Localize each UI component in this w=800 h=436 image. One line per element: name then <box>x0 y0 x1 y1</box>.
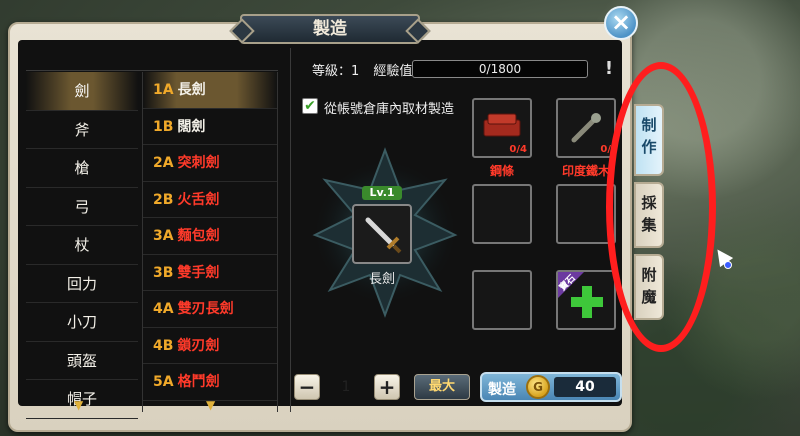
craft-cost: 40 <box>554 377 616 397</box>
category-item[interactable]: 弓 <box>26 188 138 226</box>
craft-label: 製造 <box>488 382 516 398</box>
item-row[interactable]: 1A 長劍 <box>143 72 277 109</box>
item-row[interactable]: 4A 雙刃長劍 <box>143 291 277 328</box>
result-item-slot[interactable] <box>352 204 412 264</box>
item-name: 長劍 <box>177 82 206 98</box>
category-item[interactable]: 回力 <box>26 265 138 303</box>
item-name: 雙手劍 <box>177 264 220 281</box>
item-code: 1B <box>153 118 174 135</box>
item-name: 雙刃長劍 <box>177 301 234 317</box>
item-row[interactable]: 2A 突刺劍 <box>143 145 277 182</box>
item-row[interactable]: 4B 鎖刃劍 <box>143 328 277 364</box>
item-scroll-down-icon[interactable]: ▼ <box>206 398 215 412</box>
category-scroll-down-icon[interactable]: ▼ <box>74 398 83 412</box>
item-code: 5A <box>153 374 174 390</box>
material-slot[interactable]: 0/ <box>556 98 616 158</box>
item-name: 火舌劍 <box>177 191 220 208</box>
highlight-ring <box>606 62 716 352</box>
quantity-value: 1 <box>341 379 351 395</box>
material-name: 鋼條 <box>489 164 514 178</box>
item-name: 格鬥劍 <box>177 374 220 390</box>
close-button[interactable]: × <box>604 6 638 40</box>
use-account-storage-checkbox[interactable]: ✔ <box>302 98 318 114</box>
material-count: 0/4 <box>509 144 527 155</box>
category-item[interactable]: 斧 <box>26 111 138 149</box>
level-label: 等級：1 <box>312 64 360 79</box>
item-row[interactable]: 3B 雙手劍 <box>143 255 277 291</box>
result-item-name: 長劍 <box>368 272 395 287</box>
item-code: 3B <box>153 264 174 281</box>
item-name: 鎖刃劍 <box>177 337 220 354</box>
item-name: 突刺劍 <box>177 155 220 171</box>
category-item[interactable]: 杖 <box>26 226 138 265</box>
info-icon[interactable]: ! <box>598 58 620 80</box>
category-item[interactable]: 頭盔 <box>26 342 138 380</box>
category-item[interactable]: 槍 <box>26 149 138 188</box>
gold-coin-icon: G <box>526 375 550 399</box>
increase-quantity-button[interactable]: + <box>374 374 400 400</box>
item-code: 2B <box>153 191 174 208</box>
item-code: 2A <box>153 155 174 171</box>
item-row[interactable]: 1B 闊劍 <box>143 109 277 145</box>
close-icon: × <box>610 8 632 36</box>
cursor-dot-icon <box>724 261 732 269</box>
max-quantity-button[interactable]: 最大 <box>414 374 470 400</box>
category-item[interactable]: 劍 <box>26 72 138 111</box>
item-name: 闊劍 <box>177 118 206 135</box>
item-level-badge: Lv.1 <box>362 186 402 200</box>
item-row[interactable]: 3A 麵包劍 <box>143 218 277 255</box>
material-slot-empty[interactable] <box>472 270 532 330</box>
list-header-line <box>26 70 278 71</box>
panel-divider <box>290 48 291 412</box>
decrease-quantity-button[interactable]: − <box>294 374 320 400</box>
item-code: 1A <box>153 82 174 98</box>
category-item[interactable]: 小刀 <box>26 303 138 342</box>
material-slot[interactable]: 0/4 <box>472 98 532 158</box>
exp-label: 經驗值 <box>373 64 413 79</box>
item-row[interactable]: 5A 格鬥劍 <box>143 364 277 401</box>
material-slot-empty[interactable] <box>472 184 532 244</box>
craft-button[interactable]: 製造 G 40 <box>480 372 622 402</box>
item-list: 1A 長劍 1B 闊劍 2A 突刺劍 2B 火舌劍 3A 麵包劍 3B 雙手劍 4A 雙刃長劍… <box>142 72 278 412</box>
level-and-exp-label: 等級：1 經驗值 <box>312 60 412 79</box>
exp-bar: 0/1800 <box>412 60 588 78</box>
use-account-storage-label: 從帳號倉庫內取材製造 <box>324 102 455 117</box>
item-code: 4A <box>153 301 174 317</box>
item-row[interactable]: 2B 火舌劍 <box>143 182 277 218</box>
gem-slot[interactable]: 寶石 <box>556 270 616 330</box>
item-name: 麵包劍 <box>177 228 220 244</box>
item-code: 3A <box>153 228 174 244</box>
item-code: 4B <box>153 337 174 354</box>
category-list: 劍 斧 槍 弓 杖 回力 小刀 頭盔 帽子 <box>26 72 138 419</box>
panel-title: 製造 <box>240 14 420 44</box>
sword-icon <box>365 217 402 254</box>
